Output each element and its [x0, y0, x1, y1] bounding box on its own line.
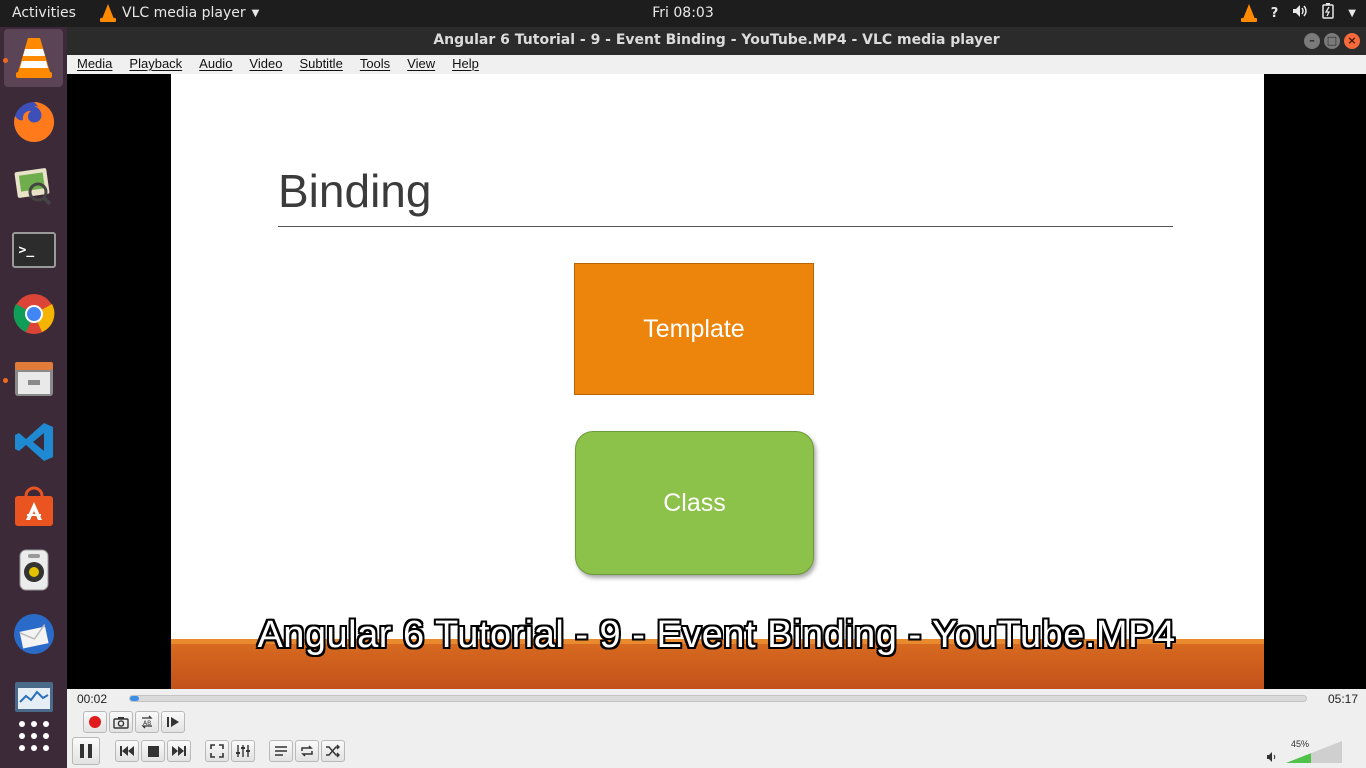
top-bar: Activities VLC media player ▼ Fri 08:03 … — [0, 0, 1366, 27]
app-menu[interactable]: VLC media player ▼ — [100, 4, 259, 22]
class-box-label: Class — [663, 488, 726, 517]
record-button[interactable] — [83, 711, 107, 733]
dock-item-rhythmbox[interactable] — [4, 541, 63, 599]
menu-media[interactable]: Media — [67, 55, 119, 74]
window-title: Angular 6 Tutorial - 9 - Event Binding -… — [433, 32, 1000, 48]
help-icon[interactable]: ? — [1271, 6, 1279, 21]
menu-video[interactable]: Video — [239, 55, 289, 74]
shuffle-button[interactable] — [321, 740, 345, 762]
vscode-icon — [14, 423, 53, 461]
video-frame: Binding Template Class — [171, 74, 1264, 689]
loop-ab-button[interactable]: AB — [135, 711, 159, 733]
extended-settings-button[interactable] — [231, 740, 255, 762]
dock-item-image-viewer[interactable] — [4, 157, 63, 215]
fullscreen-button[interactable] — [205, 740, 229, 762]
dock-item-app-grid[interactable] — [4, 707, 63, 765]
volume-percent: 45% — [1291, 739, 1310, 749]
vlc-tray-icon[interactable] — [1240, 4, 1257, 22]
app-grid-icon — [18, 721, 49, 751]
subtitle-overlay: Angular 6 Tutorial - 9 - Event Binding -… — [257, 614, 1176, 656]
image-viewer-icon — [14, 168, 51, 206]
menu-playback[interactable]: Playback — [119, 55, 189, 74]
svg-text:AB: AB — [143, 720, 151, 727]
app-menu-label: VLC media player — [122, 5, 246, 21]
slide-heading: Binding — [278, 165, 432, 217]
chevron-down-icon: ▼ — [251, 7, 260, 19]
dock-item-software-center[interactable] — [4, 477, 63, 535]
volume-slider[interactable]: 45% — [1286, 739, 1342, 763]
files-icon — [14, 362, 53, 396]
speaker-icon[interactable] — [1266, 751, 1278, 766]
close-button[interactable]: × — [1344, 33, 1360, 49]
seek-progress — [130, 696, 140, 701]
previous-button[interactable] — [115, 740, 139, 762]
clock[interactable]: Fri 08:03 — [652, 5, 713, 21]
rhythmbox-icon — [19, 549, 48, 591]
playlist-icon — [275, 746, 287, 756]
pause-button[interactable] — [72, 737, 100, 765]
loop-ab-icon: AB — [141, 715, 153, 729]
vlc-icon — [100, 4, 116, 22]
menu-tools[interactable]: Tools — [350, 55, 397, 74]
software-center-icon — [14, 486, 53, 526]
dock-item-files[interactable] — [4, 349, 63, 407]
dock-item-vlc[interactable] — [4, 29, 63, 87]
equalizer-icon — [236, 745, 250, 757]
shuffle-icon — [326, 744, 340, 758]
chrome-icon — [13, 294, 54, 334]
battery-icon[interactable] — [1322, 3, 1335, 23]
stop-icon — [147, 745, 159, 757]
record-icon — [89, 716, 101, 728]
menu-view[interactable]: View — [397, 55, 442, 74]
volume-icon[interactable] — [1292, 4, 1308, 22]
elapsed-time[interactable]: 00:02 — [77, 692, 107, 706]
playlist-button[interactable] — [269, 740, 293, 762]
skip-forward-icon — [172, 746, 186, 756]
camera-icon — [113, 716, 129, 729]
menu-audio[interactable]: Audio — [189, 55, 239, 74]
dock-item-vscode[interactable] — [4, 413, 63, 471]
maximize-button[interactable]: □ — [1324, 33, 1340, 49]
pause-icon — [80, 744, 92, 758]
frame-step-icon — [167, 717, 179, 727]
skip-back-icon — [120, 746, 134, 756]
dock-item-chrome[interactable] — [4, 285, 63, 343]
stop-button[interactable] — [141, 740, 165, 762]
dock-item-thunderbird[interactable] — [4, 605, 63, 663]
total-time[interactable]: 05:17 — [1328, 692, 1358, 706]
frame-step-button[interactable] — [161, 711, 185, 733]
menu-subtitle[interactable]: Subtitle — [289, 55, 349, 74]
terminal-icon: >_ — [11, 232, 56, 268]
video-area[interactable]: Binding Template Class Angular 6 Tutoria… — [67, 74, 1366, 689]
template-box: Template — [574, 263, 814, 395]
snapshot-button[interactable] — [109, 711, 133, 733]
window-titlebar[interactable]: Angular 6 Tutorial - 9 - Event Binding -… — [67, 27, 1366, 55]
dock: >_ — [0, 27, 67, 768]
chevron-down-icon[interactable]: ▼ — [1348, 8, 1356, 19]
fullscreen-icon — [210, 744, 224, 758]
next-button[interactable] — [167, 740, 191, 762]
loop-button[interactable] — [295, 740, 319, 762]
menu-help[interactable]: Help — [442, 55, 486, 74]
system-tray[interactable]: ? ▼ — [1240, 3, 1356, 23]
class-box: Class — [575, 431, 814, 575]
dock-item-terminal[interactable]: >_ — [4, 221, 63, 279]
menu-bar: Media Playback Audio Video Subtitle Tool… — [67, 55, 1366, 74]
dock-item-firefox[interactable] — [4, 93, 63, 151]
loop-icon — [301, 745, 313, 757]
vlc-icon — [15, 38, 52, 78]
slide-divider — [278, 226, 1173, 227]
activities-button[interactable]: Activities — [12, 5, 76, 21]
thunderbird-icon — [13, 614, 54, 654]
firefox-icon — [13, 101, 54, 142]
minimize-button[interactable]: – — [1304, 33, 1320, 49]
player-controls: 00:02 05:17 AB 45% — [67, 689, 1366, 768]
template-box-label: Template — [643, 314, 745, 343]
seek-bar[interactable] — [129, 695, 1307, 702]
